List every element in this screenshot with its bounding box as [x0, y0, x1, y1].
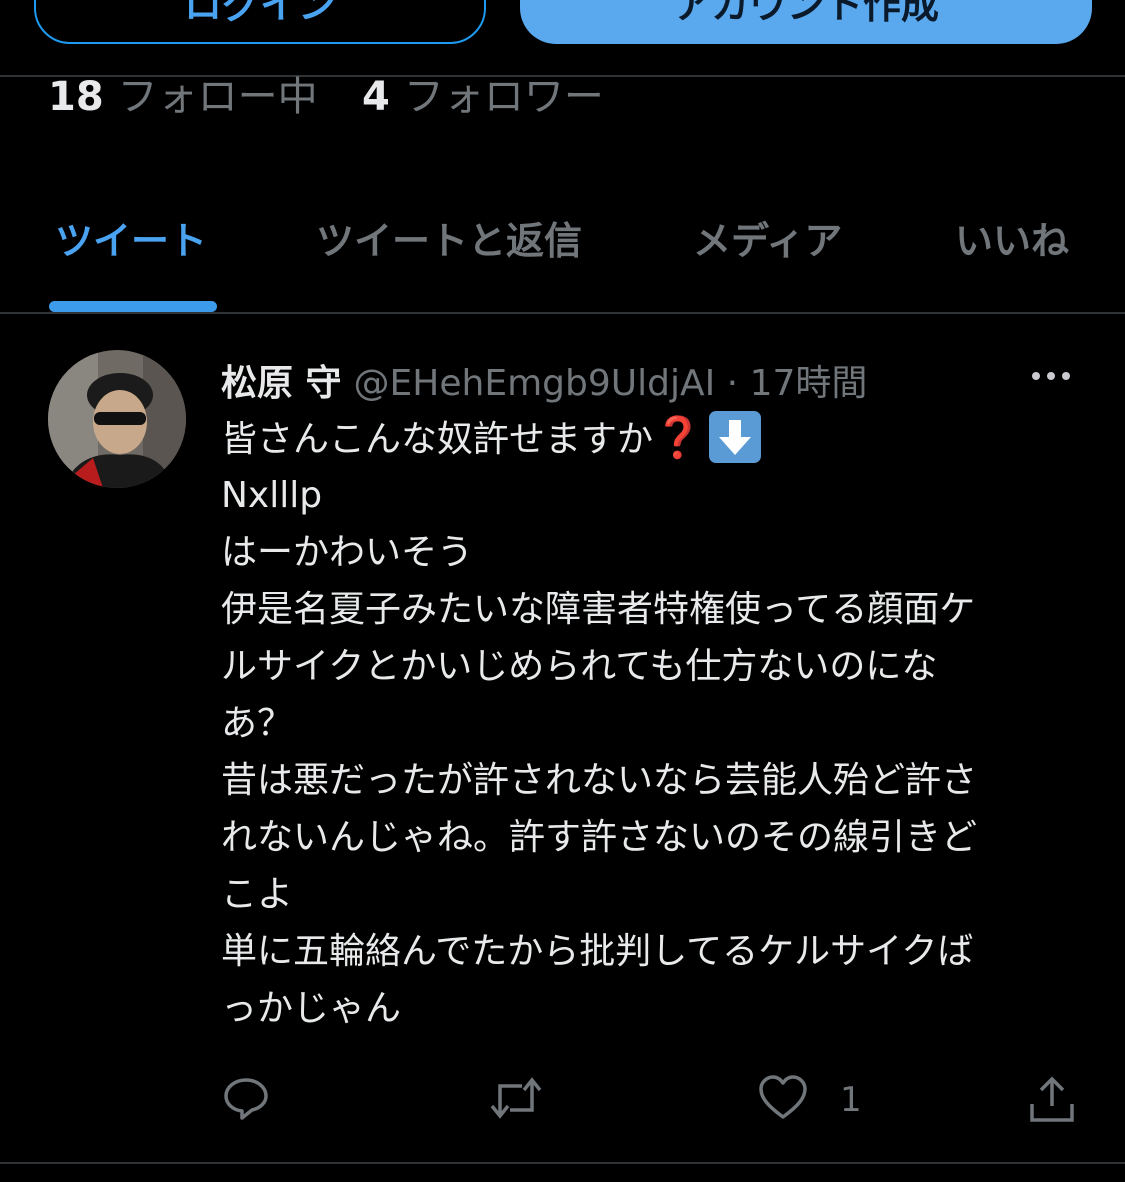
tab-tweets-and-replies[interactable]: ツイートと返信	[316, 210, 582, 265]
more-icon[interactable]	[1030, 354, 1072, 403]
tweet-line-text: 皆さんこんな奴許せますか	[221, 419, 654, 460]
following-label: フォロー中	[117, 74, 318, 120]
avatar[interactable]	[48, 350, 186, 488]
following-count: 18	[48, 74, 104, 120]
tweet-line: 皆さんこんな奴許せますか❓	[221, 410, 1061, 467]
tweet-header: 松原 守 @EHehEmgb9UldjAI · 17時間	[221, 354, 867, 406]
tweet-line: あ？	[221, 703, 294, 744]
tweet-time[interactable]: 17時間	[750, 363, 868, 404]
tweet-line: れないんじゃね。許す許さないのその線引きど	[221, 817, 978, 858]
tweet-line: 単に五輪絡んでたから批判してるケルサイクば	[221, 931, 974, 972]
heart-icon[interactable]	[758, 1074, 808, 1126]
tab-tweets[interactable]: ツイート	[55, 210, 207, 265]
display-name[interactable]: 松原 守	[221, 363, 342, 404]
tweet-line: 伊是名夏子みたいな障害者特権使ってる顔面ケ	[221, 589, 976, 630]
divider	[0, 1162, 1125, 1164]
reply-icon[interactable]	[222, 1074, 270, 1126]
following-stat[interactable]: 18 フォロー中	[48, 64, 318, 122]
tab-media[interactable]: メディア	[693, 210, 842, 265]
followers-count: 4	[362, 74, 390, 120]
like-count: 1	[840, 1080, 862, 1120]
share-icon[interactable]	[1028, 1074, 1076, 1128]
tweet-line: 昔は悪だったが許されないなら芸能人殆ど許さ	[221, 760, 978, 801]
tweet-line: ルサイクとかいじめられても仕方ないのにな	[221, 646, 938, 687]
tweet-line: こよ	[221, 874, 294, 915]
signup-button[interactable]: アカウント作成	[520, 0, 1092, 44]
divider	[0, 312, 1125, 314]
followers-stat[interactable]: 4 フォロワー	[362, 64, 604, 122]
tweet-line: っかじゃん	[221, 988, 402, 1029]
retweet-icon[interactable]	[488, 1074, 544, 1126]
active-tab-indicator	[49, 301, 217, 312]
followers-label: フォロワー	[403, 74, 604, 120]
question-emoji-icon: ❓	[653, 415, 703, 461]
down-arrow-emoji-icon	[708, 411, 761, 463]
tweet-line: Nxlllp	[221, 475, 323, 516]
tab-likes[interactable]: いいね	[955, 210, 1069, 265]
tweet-text: 皆さんこんな奴許せますか❓ Nxlllp はーかわいそう 伊是名夏子みたいな障害…	[221, 410, 1061, 1037]
login-button[interactable]: ログイン	[34, 0, 486, 44]
separator: ·	[726, 363, 739, 404]
tweet-line: はーかわいそう	[221, 532, 474, 573]
user-handle[interactable]: @EHehEmgb9UldjAI	[354, 363, 716, 404]
